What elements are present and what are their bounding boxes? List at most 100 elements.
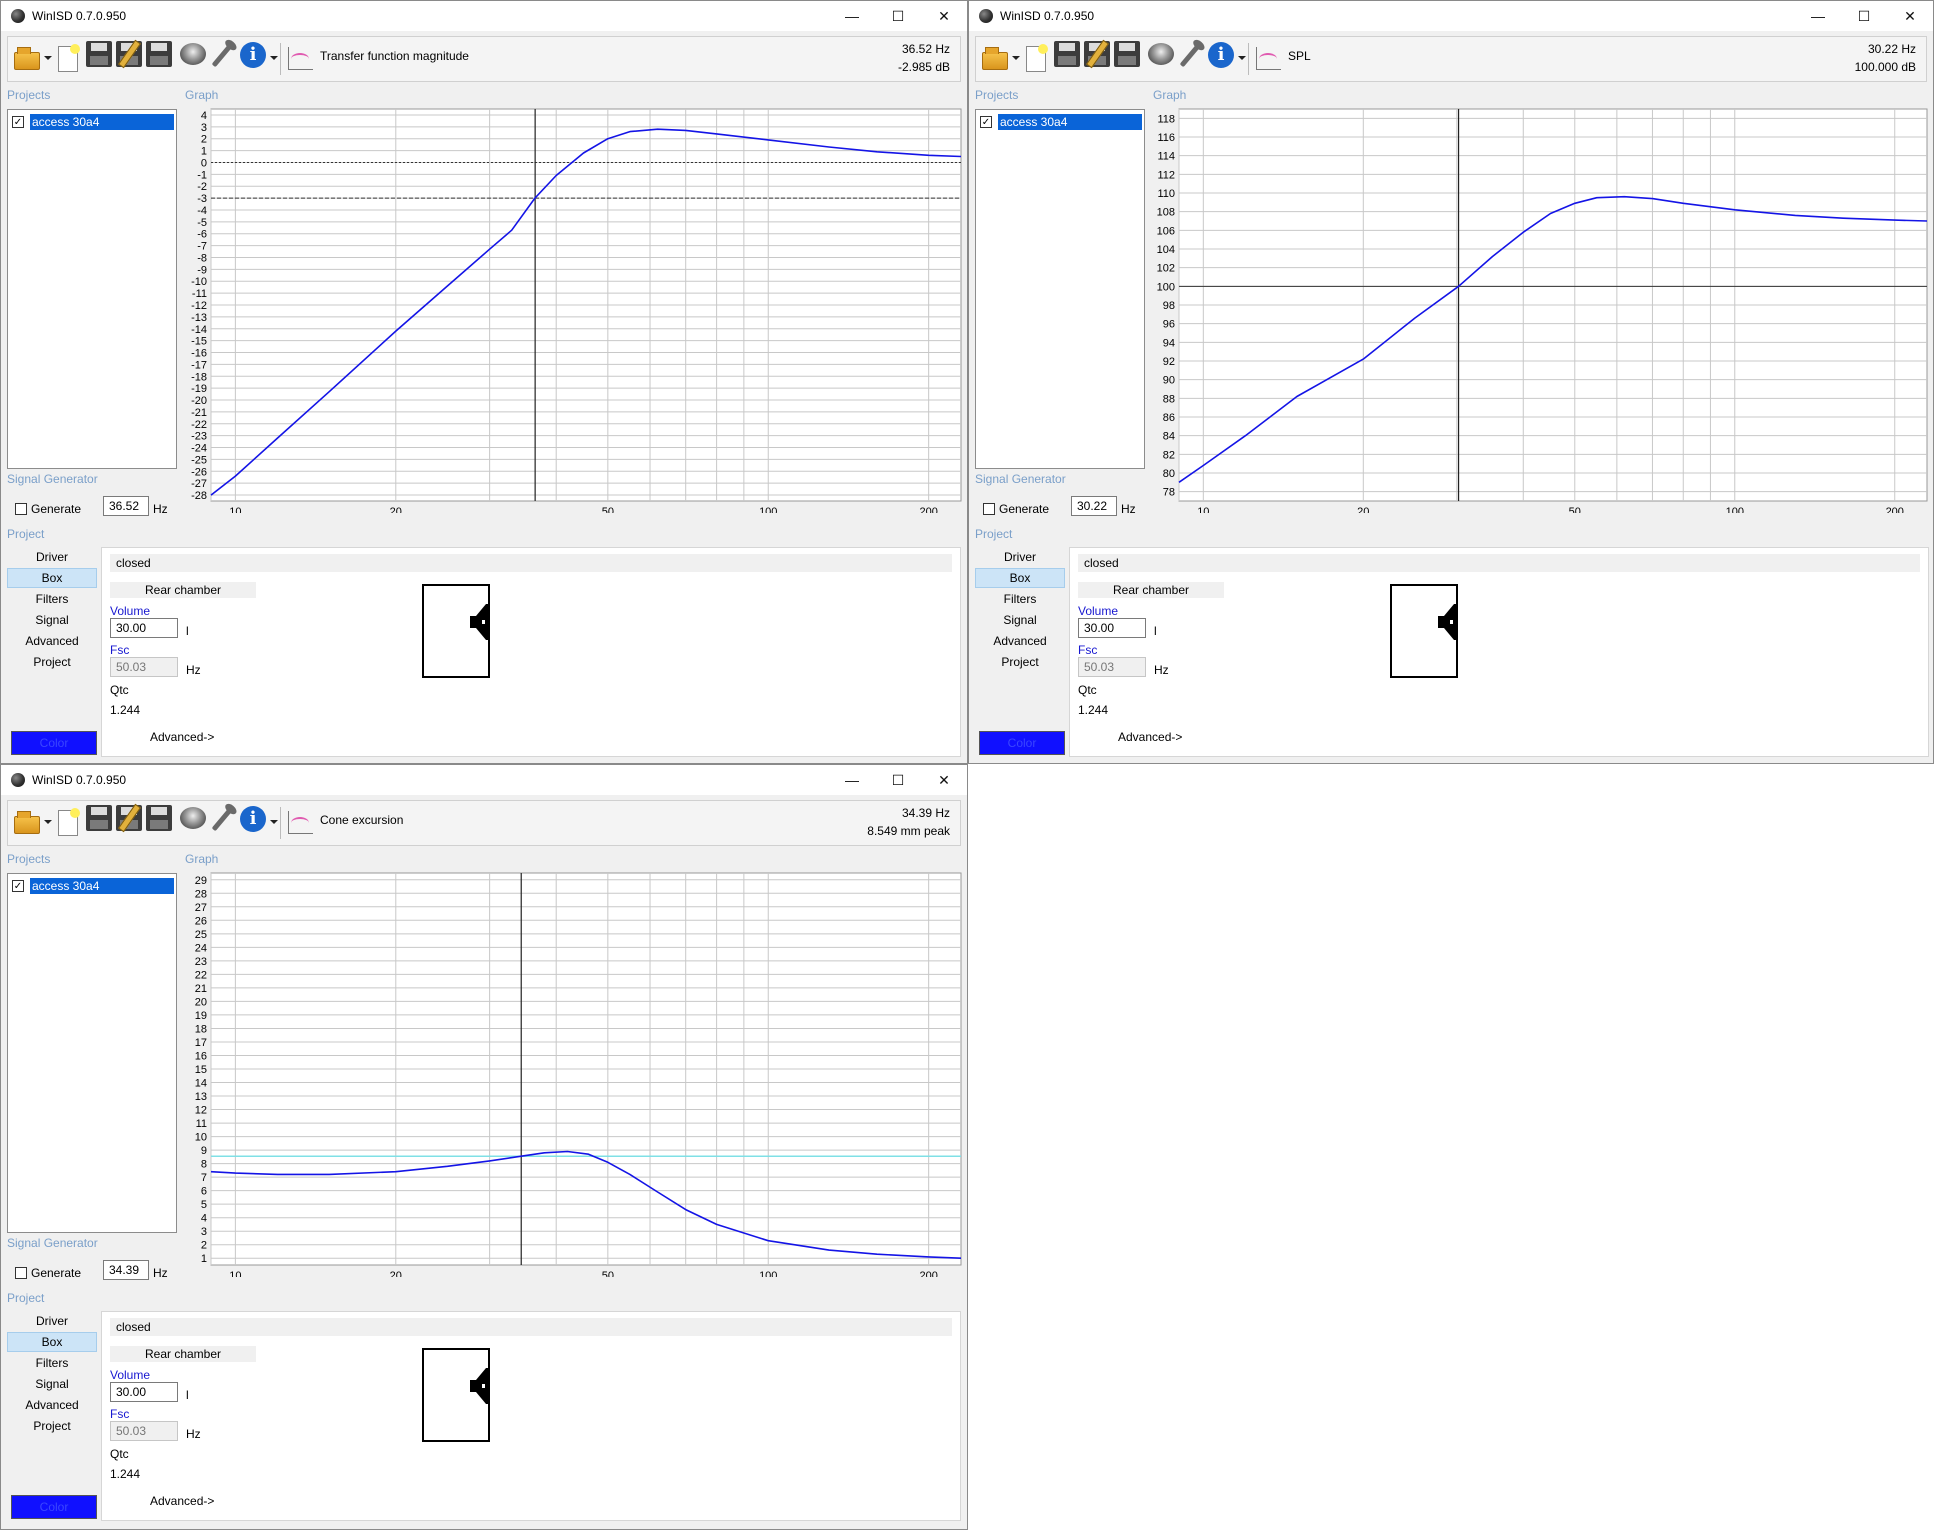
nav-item-driver[interactable]: Driver — [975, 547, 1065, 567]
nav-item-advanced[interactable]: Advanced — [7, 631, 97, 651]
save-icon[interactable] — [86, 805, 112, 831]
driver-editor-icon[interactable] — [180, 807, 206, 829]
chevron-down-icon[interactable] — [44, 820, 52, 824]
nav-item-advanced[interactable]: Advanced — [7, 1395, 97, 1415]
title-bar[interactable]: WinISD 0.7.0.950 — ☐ ✕ — [969, 1, 1933, 31]
volume-input[interactable]: 30.00 — [1078, 618, 1146, 638]
graph-type-label[interactable]: SPL — [1288, 49, 1311, 63]
chevron-down-icon[interactable] — [1238, 56, 1246, 60]
nav-item-project[interactable]: Project — [7, 1416, 97, 1436]
x-tick-label: 10 — [229, 506, 241, 513]
new-project-icon[interactable] — [58, 808, 80, 838]
info-icon[interactable]: i — [1208, 42, 1234, 68]
wrench-icon[interactable] — [211, 806, 234, 832]
color-button[interactable]: Color — [11, 1495, 97, 1519]
generator-frequency-input[interactable]: 34.39 — [103, 1260, 149, 1280]
generate-checkbox[interactable] — [15, 503, 27, 515]
generator-frequency-input[interactable]: 30.22 — [1071, 496, 1117, 516]
graph-type-label[interactable]: Transfer function magnitude — [320, 49, 469, 63]
nav-item-box[interactable]: Box — [975, 568, 1065, 588]
chevron-down-icon[interactable] — [44, 56, 52, 60]
nav-item-box[interactable]: Box — [7, 1332, 97, 1352]
color-button[interactable]: Color — [979, 731, 1065, 755]
save-as-icon[interactable] — [146, 805, 172, 831]
wrench-icon[interactable] — [211, 42, 234, 68]
graph-chart[interactable]: 2928272625242322212019181716151413121110… — [181, 869, 963, 1277]
nav-item-project[interactable]: Project — [975, 652, 1065, 672]
graph-icon[interactable] — [1256, 47, 1281, 70]
close-button[interactable]: ✕ — [921, 1, 967, 31]
project-visible-checkbox[interactable]: ✓ — [12, 116, 24, 128]
graph-type-label[interactable]: Cone excursion — [320, 813, 403, 827]
nav-item-signal[interactable]: Signal — [7, 1374, 97, 1394]
generate-checkbox[interactable] — [15, 1267, 27, 1279]
nav-item-filters[interactable]: Filters — [7, 589, 97, 609]
maximize-button[interactable]: ☐ — [875, 765, 921, 795]
wrench-icon[interactable] — [1179, 42, 1202, 68]
generator-frequency-input[interactable]: 36.52 — [103, 496, 149, 516]
box-type-field[interactable]: closed — [110, 1318, 952, 1336]
nav-item-project[interactable]: Project — [7, 652, 97, 672]
rear-chamber-tab[interactable]: Rear chamber — [110, 582, 256, 598]
graph-icon[interactable] — [288, 811, 313, 834]
y-tick-label: -4 — [197, 205, 207, 217]
info-icon[interactable]: i — [240, 42, 266, 68]
nav-item-filters[interactable]: Filters — [7, 1353, 97, 1373]
projects-list[interactable]: ✓ access 30a4 — [7, 873, 177, 1233]
minimize-button[interactable]: — — [1795, 1, 1841, 31]
chevron-down-icon[interactable] — [1012, 56, 1020, 60]
window-title: WinISD 0.7.0.950 — [1000, 9, 1095, 23]
advanced-link[interactable]: Advanced-> — [150, 1494, 214, 1508]
fsc-unit: Hz — [1154, 663, 1169, 677]
driver-editor-icon[interactable] — [180, 43, 206, 65]
driver-editor-icon[interactable] — [1148, 43, 1174, 65]
rear-chamber-tab[interactable]: Rear chamber — [1078, 582, 1224, 598]
title-bar[interactable]: WinISD 0.7.0.950 — ☐ ✕ — [1, 1, 967, 31]
save-icon[interactable] — [1054, 41, 1080, 67]
nav-item-driver[interactable]: Driver — [7, 1311, 97, 1331]
open-folder-icon[interactable] — [14, 44, 42, 74]
list-item-project[interactable]: access 30a4 — [998, 114, 1142, 130]
save-as-icon[interactable] — [146, 41, 172, 67]
title-bar[interactable]: WinISD 0.7.0.950 — ☐ ✕ — [1, 765, 967, 795]
minimize-button[interactable]: — — [829, 1, 875, 31]
nav-item-advanced[interactable]: Advanced — [975, 631, 1065, 651]
chevron-down-icon[interactable] — [270, 820, 278, 824]
box-type-field[interactable]: closed — [110, 554, 952, 572]
volume-input[interactable]: 30.00 — [110, 1382, 178, 1402]
new-project-icon[interactable] — [58, 44, 80, 74]
nav-item-signal[interactable]: Signal — [975, 610, 1065, 630]
box-type-field[interactable]: closed — [1078, 554, 1920, 572]
volume-input[interactable]: 30.00 — [110, 618, 178, 638]
nav-item-driver[interactable]: Driver — [7, 547, 97, 567]
open-folder-icon[interactable] — [14, 808, 42, 838]
open-folder-icon[interactable] — [982, 44, 1010, 74]
list-item-project[interactable]: access 30a4 — [30, 878, 174, 894]
save-icon[interactable] — [86, 41, 112, 67]
rear-chamber-tab[interactable]: Rear chamber — [110, 1346, 256, 1362]
projects-list[interactable]: ✓ access 30a4 — [7, 109, 177, 469]
maximize-button[interactable]: ☐ — [875, 1, 921, 31]
nav-item-filters[interactable]: Filters — [975, 589, 1065, 609]
advanced-link[interactable]: Advanced-> — [1118, 730, 1182, 744]
list-item-project[interactable]: access 30a4 — [30, 114, 174, 130]
maximize-button[interactable]: ☐ — [1841, 1, 1887, 31]
project-visible-checkbox[interactable]: ✓ — [12, 880, 24, 892]
save-as-icon[interactable] — [1114, 41, 1140, 67]
close-button[interactable]: ✕ — [921, 765, 967, 795]
generate-checkbox[interactable] — [983, 503, 995, 515]
minimize-button[interactable]: — — [829, 765, 875, 795]
close-button[interactable]: ✕ — [1887, 1, 1933, 31]
new-project-icon[interactable] — [1026, 44, 1048, 74]
color-button[interactable]: Color — [11, 731, 97, 755]
nav-item-box[interactable]: Box — [7, 568, 97, 588]
info-icon[interactable]: i — [240, 806, 266, 832]
graph-icon[interactable] — [288, 47, 313, 70]
nav-item-signal[interactable]: Signal — [7, 610, 97, 630]
chevron-down-icon[interactable] — [270, 56, 278, 60]
advanced-link[interactable]: Advanced-> — [150, 730, 214, 744]
project-visible-checkbox[interactable]: ✓ — [980, 116, 992, 128]
graph-chart[interactable]: 118 116 114 112 110 108 106 104 102 100 98 96 94 92 90… — [1149, 105, 1929, 513]
graph-chart[interactable]: 43210-1-2-3-4-5-6-7-8-9-10-11-12-13-14-1… — [181, 105, 963, 513]
projects-list[interactable]: ✓ access 30a4 — [975, 109, 1145, 469]
